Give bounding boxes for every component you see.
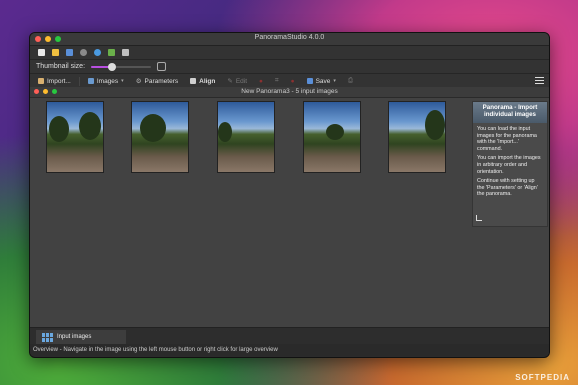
title-bar: PanoramaStudio 4.0.0 <box>30 33 549 46</box>
settings-icon[interactable] <box>80 49 87 56</box>
input-image-thumbnail[interactable] <box>131 101 189 173</box>
help-paragraph: You can load the input images for the pa… <box>477 126 537 152</box>
input-image-list <box>30 101 470 173</box>
input-image-thumbnail[interactable] <box>303 101 361 173</box>
stop-icon: ● <box>259 77 263 85</box>
fit-thumbnails-icon[interactable] <box>157 62 167 71</box>
share-icon[interactable] <box>122 49 129 56</box>
icon-toolbar <box>30 46 549 60</box>
align-button[interactable]: Align <box>186 78 219 85</box>
help-icon[interactable] <box>94 49 101 56</box>
status-bar: Overview - Navigate in the image using t… <box>30 344 549 356</box>
align-label: Align <box>199 77 216 85</box>
softpedia-watermark: SOFTPEDIA <box>515 373 570 382</box>
edit-button[interactable]: ✎ Edit <box>223 77 251 86</box>
bottom-panel: Input images <box>30 327 549 344</box>
thumbnail-size-label: Thumbnail size: <box>36 63 86 70</box>
tree-shape <box>79 112 101 140</box>
parameters-button[interactable]: ⚙ Parameters <box>132 77 182 86</box>
input-image-thumbnail[interactable] <box>388 101 446 173</box>
thumbnail-size-slider[interactable] <box>91 62 152 71</box>
tree-shape <box>218 122 232 142</box>
tree-shape <box>49 116 69 142</box>
parameters-label: Parameters <box>144 77 179 85</box>
stop-button[interactable]: ● <box>255 78 267 85</box>
help-panel: Panorama - Import individual images You … <box>472 101 548 227</box>
input-image-thumbnail[interactable] <box>46 101 104 173</box>
open-folder-icon[interactable] <box>52 49 59 56</box>
print-icon: ⎙ <box>347 77 354 84</box>
chevron-down-icon: ▾ <box>333 78 336 84</box>
images-button[interactable]: Images ▾ <box>84 78 128 85</box>
document-window: New Panorama3 - 5 input images Panorama … <box>30 87 549 344</box>
help-paragraph: You can import the images in arbitrary o… <box>477 155 541 175</box>
document-title: New Panorama3 - 5 input images <box>241 88 338 95</box>
tree-shape <box>140 114 166 142</box>
save-icon <box>306 78 313 84</box>
tree-shape <box>425 110 445 140</box>
menu-icon[interactable] <box>535 77 544 84</box>
record-icon: ● <box>290 77 295 85</box>
thumbnail-size-row: Thumbnail size: <box>30 60 549 74</box>
import-icon <box>38 78 44 84</box>
resize-corner-icon[interactable] <box>476 215 482 221</box>
window-title: PanoramaStudio 4.0.0 <box>254 34 325 41</box>
document-title-bar: New Panorama3 - 5 input images <box>30 87 549 98</box>
export-icon[interactable] <box>108 49 115 56</box>
record-button[interactable]: ● <box>287 78 299 85</box>
import-button[interactable]: Import... <box>34 78 75 85</box>
edit-icon: ✎ <box>227 78 233 85</box>
print-button[interactable]: ⎙ <box>344 77 357 85</box>
app-window: PanoramaStudio 4.0.0 Thumbnail size: Imp… <box>29 32 550 358</box>
chevron-down-icon: ▾ <box>121 78 124 84</box>
tree-shape <box>326 124 344 140</box>
images-label: Images <box>96 77 119 85</box>
import-label: Import... <box>47 77 71 85</box>
help-paragraph: Continue with setting up the 'Parameters… <box>477 178 538 198</box>
slider-knob[interactable] <box>108 62 117 71</box>
align-icon <box>190 78 197 84</box>
tab-input-images[interactable]: Input images <box>36 330 126 344</box>
parameters-icon: ⚙ <box>135 78 142 85</box>
new-file-icon[interactable] <box>38 49 45 56</box>
toolbar-separator <box>78 76 80 86</box>
images-icon <box>87 78 94 84</box>
save-label: Save <box>315 77 331 85</box>
help-title: Panorama - Import individual images <box>473 102 547 123</box>
save-disk-icon[interactable] <box>66 49 73 56</box>
tab-label: Input images <box>57 334 92 340</box>
save-button[interactable]: Save ▾ <box>303 78 340 85</box>
image-grid-icon <box>42 332 53 342</box>
edit-label: Edit <box>235 77 248 85</box>
crop-button[interactable]: ⌗ <box>271 77 283 85</box>
crop-icon: ⌗ <box>274 77 279 84</box>
input-image-thumbnail[interactable] <box>217 101 275 173</box>
